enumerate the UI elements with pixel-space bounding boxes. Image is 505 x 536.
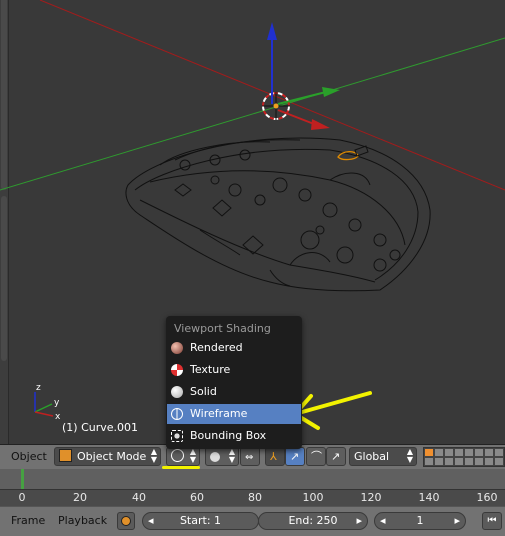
frame-menu[interactable]: Frame bbox=[11, 514, 45, 527]
translate-manipulator-button[interactable]: ↗ bbox=[285, 447, 305, 466]
pivot-point-button[interactable]: ▲ ▼ bbox=[205, 447, 239, 466]
scale-manipulator-button[interactable]: ↗ bbox=[326, 447, 346, 466]
tick-label: 0 bbox=[18, 491, 26, 504]
wireframe-globe-icon bbox=[171, 449, 184, 462]
tick-label: 100 bbox=[302, 491, 324, 504]
menu-item-solid[interactable]: Solid bbox=[167, 382, 301, 402]
start-frame-field[interactable]: ◂ Start: 1 bbox=[142, 512, 259, 530]
playback-menu[interactable]: Playback bbox=[58, 514, 107, 527]
jump-start-icon: ⏮ bbox=[487, 515, 497, 526]
scale-icon: ↗ bbox=[331, 450, 341, 463]
tick-label: 120 bbox=[360, 491, 382, 504]
translate-arrow-icon: ↗ bbox=[290, 450, 300, 463]
rotate-manipulator-button[interactable]: ⌒ bbox=[306, 447, 326, 466]
menu-item-label: Bounding Box bbox=[190, 429, 267, 442]
solid-sphere-icon bbox=[171, 386, 183, 398]
texture-checker-icon bbox=[171, 364, 183, 376]
svg-text:z: z bbox=[36, 383, 41, 393]
bounding-box-icon bbox=[171, 430, 183, 442]
end-frame-field[interactable]: End: 250 ▸ bbox=[258, 512, 368, 530]
current-frame-marker[interactable] bbox=[21, 469, 24, 489]
timeline[interactable]: 0 20 40 60 80 100 120 140 160 bbox=[0, 469, 505, 506]
annotation-arrow bbox=[293, 391, 372, 430]
rendered-sphere-icon bbox=[171, 342, 183, 354]
left-arrow-icon: ◂ bbox=[148, 514, 154, 527]
current-frame-field[interactable]: ◂ 1 ▸ bbox=[374, 512, 466, 530]
timeline-header: Frame Playback ◂ Start: 1 End: 250 ▸ ◂ 1… bbox=[0, 506, 505, 536]
manipulator-toggle[interactable]: ⅄ bbox=[265, 447, 285, 466]
y-axis-line bbox=[0, 37, 505, 191]
updown-arrows-icon: ▲ ▼ bbox=[406, 447, 413, 464]
menu-title: Viewport Shading bbox=[174, 322, 271, 335]
updown-arrows-icon: ▲ ▼ bbox=[228, 447, 235, 464]
rotate-arc-icon: ⌒ bbox=[311, 450, 322, 463]
view-axes-indicator: z y x bbox=[34, 383, 61, 422]
manipulator-axes-icon: ⅄ bbox=[270, 450, 277, 463]
tick-label: 140 bbox=[418, 491, 440, 504]
right-arrow-icon: ▸ bbox=[356, 514, 362, 527]
jump-to-start-button[interactable]: ⏮ bbox=[482, 512, 502, 530]
object-menu[interactable]: Object bbox=[11, 447, 47, 466]
pivot-icon bbox=[210, 452, 220, 462]
svg-text:y: y bbox=[54, 398, 60, 408]
menu-item-label: Texture bbox=[190, 363, 231, 376]
tick-label: 40 bbox=[132, 491, 146, 504]
right-arrow-icon: ▸ bbox=[454, 514, 460, 527]
viewport-shading-button[interactable]: ▲ ▼ bbox=[166, 447, 200, 466]
center-toggle-button[interactable]: ⇔ bbox=[240, 447, 260, 466]
tick-label: 80 bbox=[248, 491, 262, 504]
mode-selector[interactable]: Object Mode ▲ ▼ bbox=[54, 447, 161, 466]
updown-arrows-icon: ▲ ▼ bbox=[189, 447, 196, 464]
start-frame-value: Start: 1 bbox=[179, 514, 222, 527]
menu-item-label: Solid bbox=[190, 385, 217, 398]
menu-item-label: Wireframe bbox=[190, 407, 248, 420]
tick-label: 160 bbox=[476, 491, 498, 504]
current-frame-value: 1 bbox=[416, 514, 424, 527]
keying-set-button[interactable] bbox=[117, 512, 135, 530]
center-points-icon: ⇔ bbox=[245, 452, 254, 463]
crown-wireframe bbox=[125, 137, 431, 292]
viewport-shading-menu: Viewport Shading Rendered Texture Solid … bbox=[166, 316, 302, 449]
menu-item-bounding-box[interactable]: Bounding Box bbox=[167, 426, 301, 446]
layer-buttons[interactable] bbox=[423, 447, 505, 467]
tick-label: 60 bbox=[190, 491, 204, 504]
menu-item-rendered[interactable]: Rendered bbox=[167, 338, 301, 358]
tick-label: 20 bbox=[73, 491, 87, 504]
end-frame-value: End: 250 bbox=[288, 514, 338, 527]
wireframe-globe-icon bbox=[171, 408, 183, 420]
record-clock-icon bbox=[121, 516, 131, 526]
3d-cursor[interactable] bbox=[262, 92, 290, 120]
svg-text:x: x bbox=[55, 412, 61, 422]
menu-item-texture[interactable]: Texture bbox=[167, 360, 301, 380]
menu-item-wireframe[interactable]: Wireframe bbox=[167, 404, 301, 424]
left-arrow-icon: ◂ bbox=[380, 514, 386, 527]
object-label: (1) Curve.001 bbox=[62, 421, 139, 434]
frame-ruler[interactable] bbox=[0, 469, 505, 490]
transform-orientation-select[interactable]: Global ▲ ▼ bbox=[349, 447, 417, 466]
transform-manipulator[interactable] bbox=[267, 22, 340, 130]
orientation-label: Global bbox=[354, 450, 390, 463]
menu-item-label: Rendered bbox=[190, 341, 243, 354]
updown-arrows-icon: ▲ ▼ bbox=[150, 447, 157, 464]
mode-label: Object Mode bbox=[77, 450, 147, 463]
cube-icon bbox=[59, 449, 72, 462]
